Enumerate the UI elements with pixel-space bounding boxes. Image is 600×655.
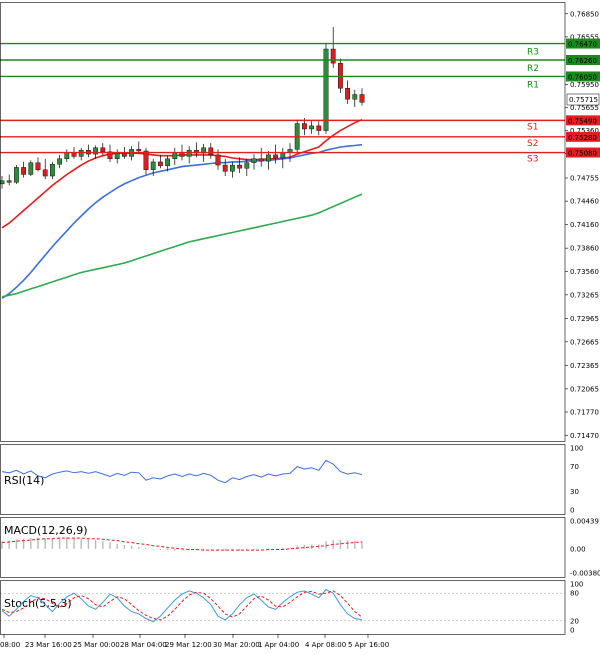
candle-body [64, 152, 70, 159]
y-tick-label: 0.73265 [570, 291, 599, 299]
candle-body [136, 149, 142, 152]
candle-body [42, 169, 48, 177]
macd-tick-label: -0.003806 [570, 570, 600, 578]
y-tick-label: 0.73860 [570, 245, 599, 253]
candle-body [309, 125, 314, 130]
candle-body [359, 94, 365, 103]
y-tick-label: 0.75950 [570, 81, 599, 89]
rsi-tick-label: 0 [570, 507, 574, 515]
candle-body [338, 62, 343, 89]
candle-body [323, 48, 329, 131]
candle [338, 58, 343, 93]
candle-body [21, 167, 26, 175]
candle-body [251, 158, 257, 163]
level-price-label-s1: 0.75490 [568, 117, 597, 125]
level-price-label-r3: 0.76470 [568, 41, 597, 49]
candle-body [114, 153, 120, 159]
candle-body [165, 158, 170, 167]
candle [13, 165, 19, 184]
candle-body [208, 147, 214, 156]
y-tick-label: 0.72365 [570, 362, 599, 370]
candle-body [237, 164, 242, 169]
x-tick-label: 4 Apr 08:00 [305, 641, 346, 649]
candle-body [57, 158, 63, 165]
candle-body [266, 154, 271, 162]
candle-body [172, 152, 178, 159]
level-label-r3: R3 [527, 48, 539, 58]
candle-body [316, 125, 322, 131]
candle [28, 160, 34, 177]
level-price-label-s3: 0.75080 [568, 150, 597, 158]
level-price-label-r1: 0.76050 [568, 73, 597, 81]
macd-tick-label: 0.004391 [570, 518, 600, 526]
y-tick-label: 0.72065 [570, 385, 599, 393]
candle-body [13, 167, 19, 183]
y-tick-label: 0.73560 [570, 268, 599, 276]
candle-body [150, 161, 156, 170]
candle-body [186, 149, 192, 157]
x-tick-label: 08:00 [0, 641, 20, 649]
y-tick-label: 0.72965 [570, 315, 599, 323]
level-price-label-s2: 0.75280 [568, 134, 597, 142]
level-price-label-r2: 0.76260 [568, 57, 597, 65]
y-tick-label: 0.71470 [570, 432, 599, 440]
level-label-s3: S3 [527, 155, 538, 165]
candle-body [100, 147, 106, 152]
stoch-title: Stoch(5,5,3) [4, 597, 72, 610]
stoch-tick-label: 20 [570, 617, 579, 625]
x-tick-label: 23 Mar 16:00 [25, 641, 72, 649]
stoch-tick-label: 100 [570, 581, 583, 589]
y-tick-label: 0.71770 [570, 408, 599, 416]
stoch-tick-label: 80 [570, 590, 579, 598]
level-label-r2: R2 [527, 64, 539, 74]
candle-body [6, 180, 12, 183]
stoch-tick-label: 0 [570, 627, 574, 635]
candle-body [35, 162, 41, 170]
candle-body [215, 154, 221, 166]
macd-title: MACD(12,26,9) [4, 524, 88, 537]
y-tick-label: 0.76850 [570, 10, 599, 18]
x-tick-label: 30 Mar 20:00 [213, 641, 260, 649]
candle-body [302, 123, 307, 130]
candle-body [352, 94, 358, 100]
candle-body [157, 161, 163, 167]
y-tick-label: 0.74160 [570, 221, 599, 229]
chart-canvas: 0.768500.765550.759500.756550.753600.750… [0, 0, 600, 655]
candle-body [280, 152, 286, 159]
candle-body [244, 162, 250, 169]
rsi-tick-label: 70 [570, 463, 579, 471]
candle-body [229, 164, 235, 172]
level-label-r1: R1 [527, 80, 539, 90]
x-tick-label: 1 Apr 04:00 [258, 641, 299, 649]
rsi-tick-label: 30 [570, 488, 579, 496]
x-tick-label: 5 Apr 16:00 [348, 641, 389, 649]
candle-body [273, 154, 278, 159]
y-tick-label: 0.74755 [570, 174, 599, 182]
x-tick-label: 25 Mar 00:00 [73, 641, 120, 649]
current-price-marker: 0.75715 [566, 93, 600, 106]
level-label-s1: S1 [527, 122, 538, 132]
chart-root: 0.768500.765550.759500.756550.753600.750… [0, 0, 600, 655]
y-tick-label: 0.74460 [570, 198, 599, 206]
candle-body [330, 48, 336, 64]
candle-body [222, 164, 228, 172]
level-label-s2: S2 [527, 139, 538, 149]
y-tick-label: 0.72665 [570, 338, 599, 346]
candle-body [50, 164, 55, 177]
rsi-tick-label: 100 [570, 445, 583, 453]
x-tick-label: 29 Mar 12:00 [165, 641, 212, 649]
candle-body [121, 153, 127, 157]
candle-body [28, 162, 34, 175]
x-tick-label: 28 Mar 04:00 [120, 641, 167, 649]
candle-body [78, 149, 84, 157]
candle-body [258, 158, 264, 162]
candle-body [345, 88, 350, 100]
current-price-label: 0.75715 [569, 96, 598, 104]
candle-body [143, 150, 149, 170]
macd-tick-label: 0.00 [570, 545, 586, 553]
candle [294, 119, 300, 153]
